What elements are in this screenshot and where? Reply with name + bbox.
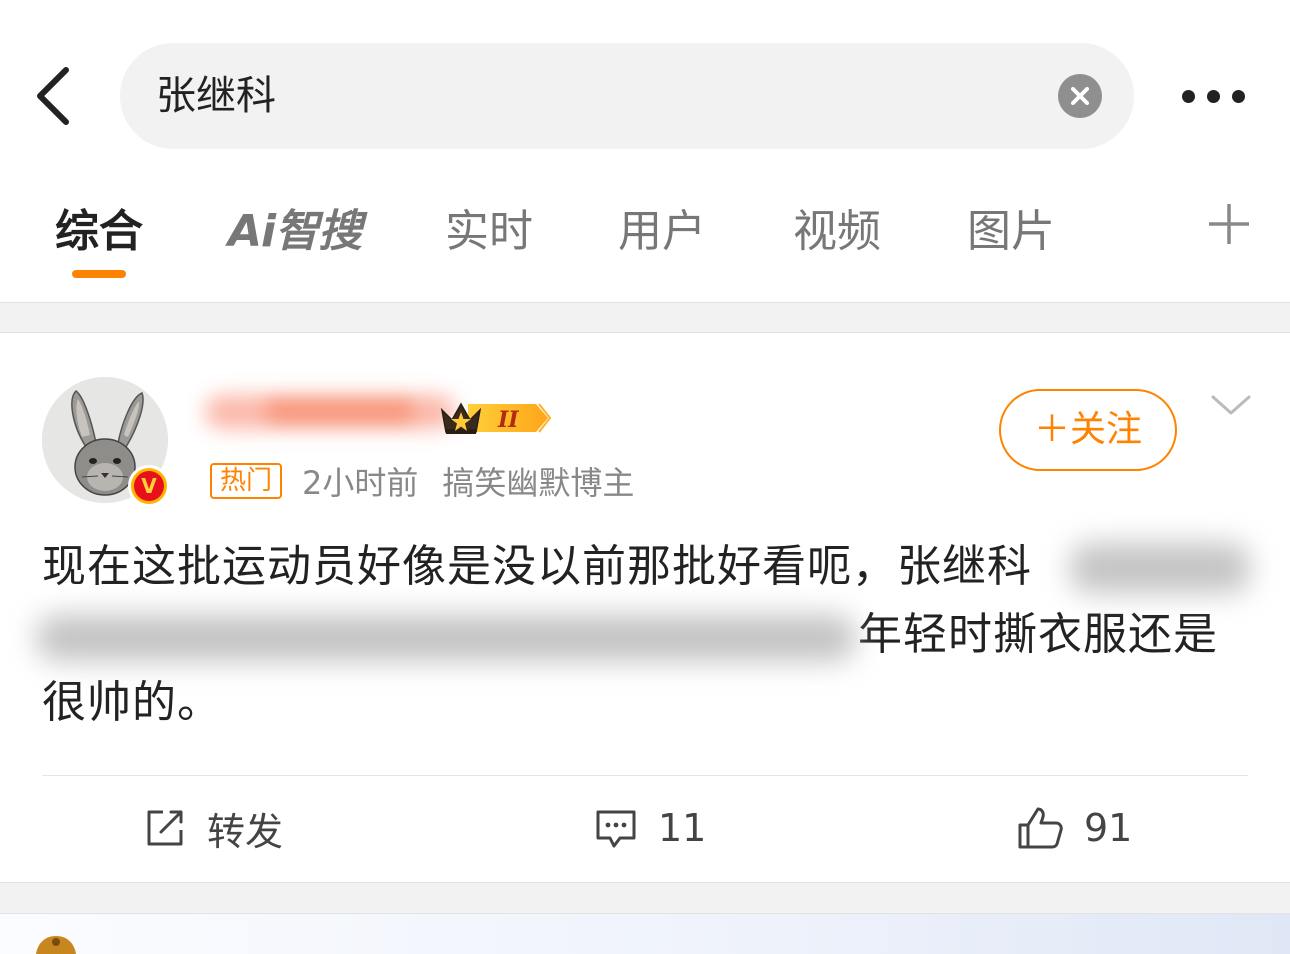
- active-tab-indicator: [72, 270, 126, 278]
- search-input[interactable]: 张继科: [120, 43, 1134, 149]
- chevron-down-icon: [1211, 395, 1251, 415]
- divider: [42, 775, 1248, 776]
- username-redacted[interactable]: [205, 385, 465, 437]
- text-redaction: [1070, 543, 1250, 593]
- comment-bubble-icon: [596, 810, 636, 848]
- verified-v-icon: V: [128, 465, 170, 507]
- tab-comprehensive[interactable]: 综合: [55, 202, 143, 262]
- more-options-button[interactable]: [1176, 76, 1256, 116]
- more-dots-icon: [1232, 90, 1245, 103]
- tab-images[interactable]: 图片: [967, 202, 1055, 262]
- next-post-card[interactable]: [0, 914, 1290, 954]
- tab-realtime[interactable]: 实时: [445, 202, 533, 262]
- share-edit-icon: [147, 810, 183, 846]
- search-tabs: 综合 Ai智搜 实时 用户 视频 图片: [0, 170, 1290, 302]
- author-role: 搞笑幽默博主: [442, 464, 635, 502]
- follow-button[interactable]: ＋关注: [999, 389, 1177, 471]
- more-dots-icon: [1207, 90, 1220, 103]
- text-redaction: [36, 615, 856, 661]
- chevron-left-icon: [37, 67, 69, 125]
- more-dots-icon: [1182, 90, 1195, 103]
- thumbs-up-icon: [1018, 807, 1063, 849]
- plus-icon: [1209, 204, 1249, 244]
- post-card[interactable]: V II 热门 2小时前 搞笑幽默博主 ＋关注 现在这批运动员好像是没以前那批好…: [0, 333, 1290, 882]
- tab-videos[interactable]: 视频: [793, 202, 881, 262]
- vip-level-text: II: [497, 407, 519, 433]
- repost-button[interactable]: 转发: [143, 795, 283, 861]
- clear-search-button[interactable]: [1058, 74, 1102, 118]
- section-separator: [0, 302, 1290, 333]
- avatar-peek-icon: [36, 936, 76, 954]
- hot-tag: 热门: [210, 463, 283, 499]
- close-icon: [1071, 87, 1089, 105]
- back-button[interactable]: [28, 62, 88, 130]
- like-count: 91: [1084, 806, 1133, 850]
- post-time: 2小时前: [302, 464, 419, 502]
- repost-label: 转发: [207, 809, 284, 854]
- tab-users[interactable]: 用户: [618, 202, 706, 262]
- post-menu-button[interactable]: [1208, 391, 1254, 421]
- like-button[interactable]: 91: [1016, 795, 1132, 861]
- post-meta: 热门 2小时前 搞笑幽默博主: [210, 461, 635, 502]
- tab-ai-search[interactable]: Ai智搜: [228, 202, 362, 262]
- comment-button[interactable]: 11: [594, 795, 706, 861]
- crown-icon[interactable]: II: [438, 396, 553, 440]
- tab-overflow-fade: [1130, 200, 1200, 266]
- search-query-text[interactable]: 张继科: [156, 43, 276, 149]
- comment-count: 11: [658, 806, 707, 850]
- top-bar: 张继科: [0, 0, 1290, 170]
- section-separator: [0, 882, 1290, 914]
- add-tab-button[interactable]: [1205, 198, 1253, 250]
- post-text-line-3: 很帅的。: [42, 677, 222, 728]
